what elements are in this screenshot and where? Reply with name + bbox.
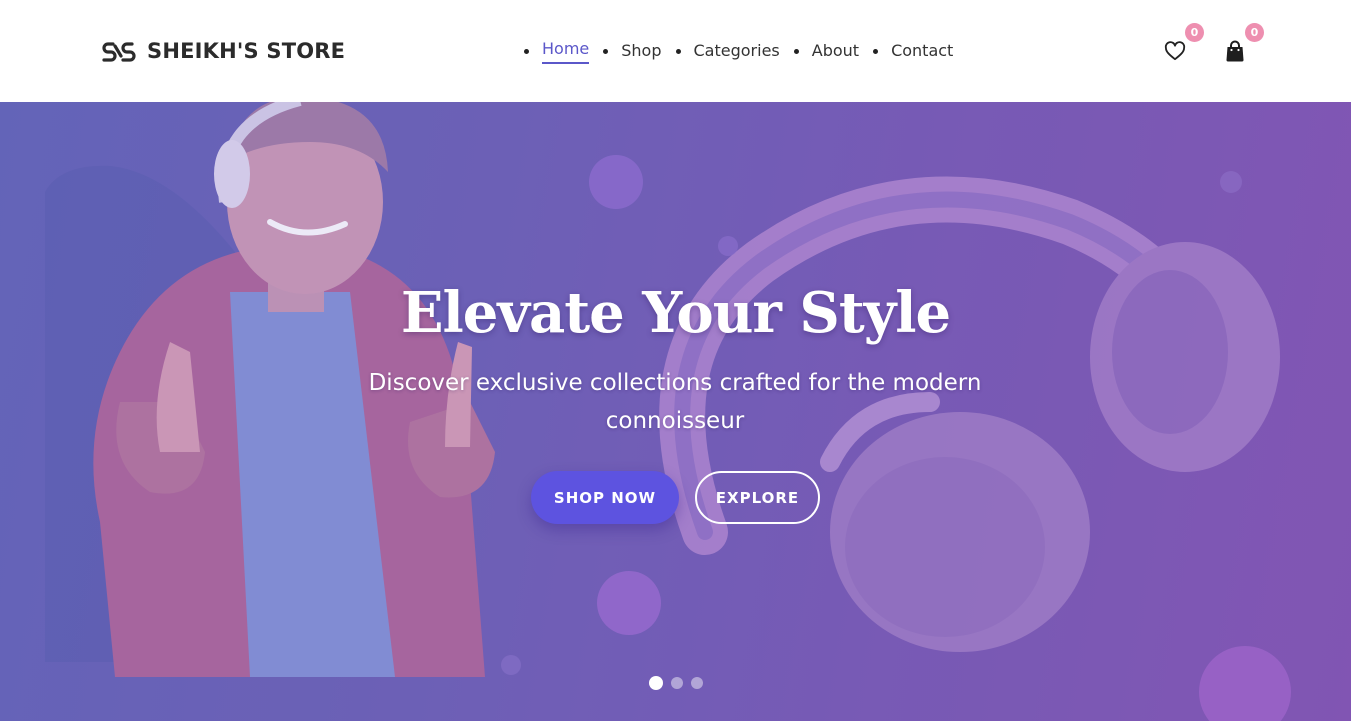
slider-dots: [649, 676, 711, 690]
shopping-bag-icon: [1225, 40, 1245, 62]
nav-bullet: [524, 48, 529, 54]
nav-item-shop[interactable]: Shop: [603, 39, 662, 63]
site-header: SHEIKH'S STORE Home Shop Categories Abou…: [0, 0, 1351, 102]
explore-button[interactable]: EXPLORE: [695, 471, 820, 524]
shop-now-button[interactable]: SHOP NOW: [531, 471, 679, 524]
hero-title: Elevate Your Style: [400, 280, 951, 346]
brand-logo[interactable]: SHEIKH'S STORE: [100, 36, 345, 66]
wishlist-count-badge: 0: [1185, 23, 1204, 42]
nav-item-about[interactable]: About: [793, 39, 860, 63]
nav-item-label: Home: [542, 38, 590, 64]
nav-item-contact[interactable]: Contact: [873, 39, 953, 63]
nav-item-label: About: [811, 41, 860, 60]
nav-item-label: Categories: [693, 41, 780, 60]
cart-count-badge: 0: [1245, 23, 1264, 42]
nav-item-label: Contact: [891, 41, 954, 60]
nav-item-home[interactable]: Home: [524, 38, 590, 64]
nav-bullet: [873, 48, 879, 54]
hero-slider: Elevate Your Style Discover exclusive co…: [0, 102, 1351, 721]
nav-bullet: [675, 48, 681, 54]
brand-name: SHEIKH'S STORE: [147, 39, 346, 63]
nav-bullet: [603, 48, 609, 54]
heart-icon: [1164, 41, 1186, 61]
hero-content: Elevate Your Style Discover exclusive co…: [0, 102, 1351, 721]
double-s-link-icon: [100, 39, 136, 63]
nav-item-categories[interactable]: Categories: [675, 39, 780, 63]
slider-dot-3[interactable]: [691, 677, 703, 689]
hero-subtitle: Discover exclusive collections crafted f…: [368, 370, 982, 434]
wishlist-button[interactable]: 0: [1160, 23, 1204, 66]
nav-item-label: Shop: [621, 41, 662, 60]
main-nav: Home Shop Categories About Contact: [524, 38, 953, 64]
cart-button[interactable]: 0: [1220, 23, 1264, 66]
slider-dot-2[interactable]: [671, 677, 683, 689]
nav-bullet: [793, 48, 799, 54]
slider-dot-1[interactable]: [649, 676, 663, 690]
